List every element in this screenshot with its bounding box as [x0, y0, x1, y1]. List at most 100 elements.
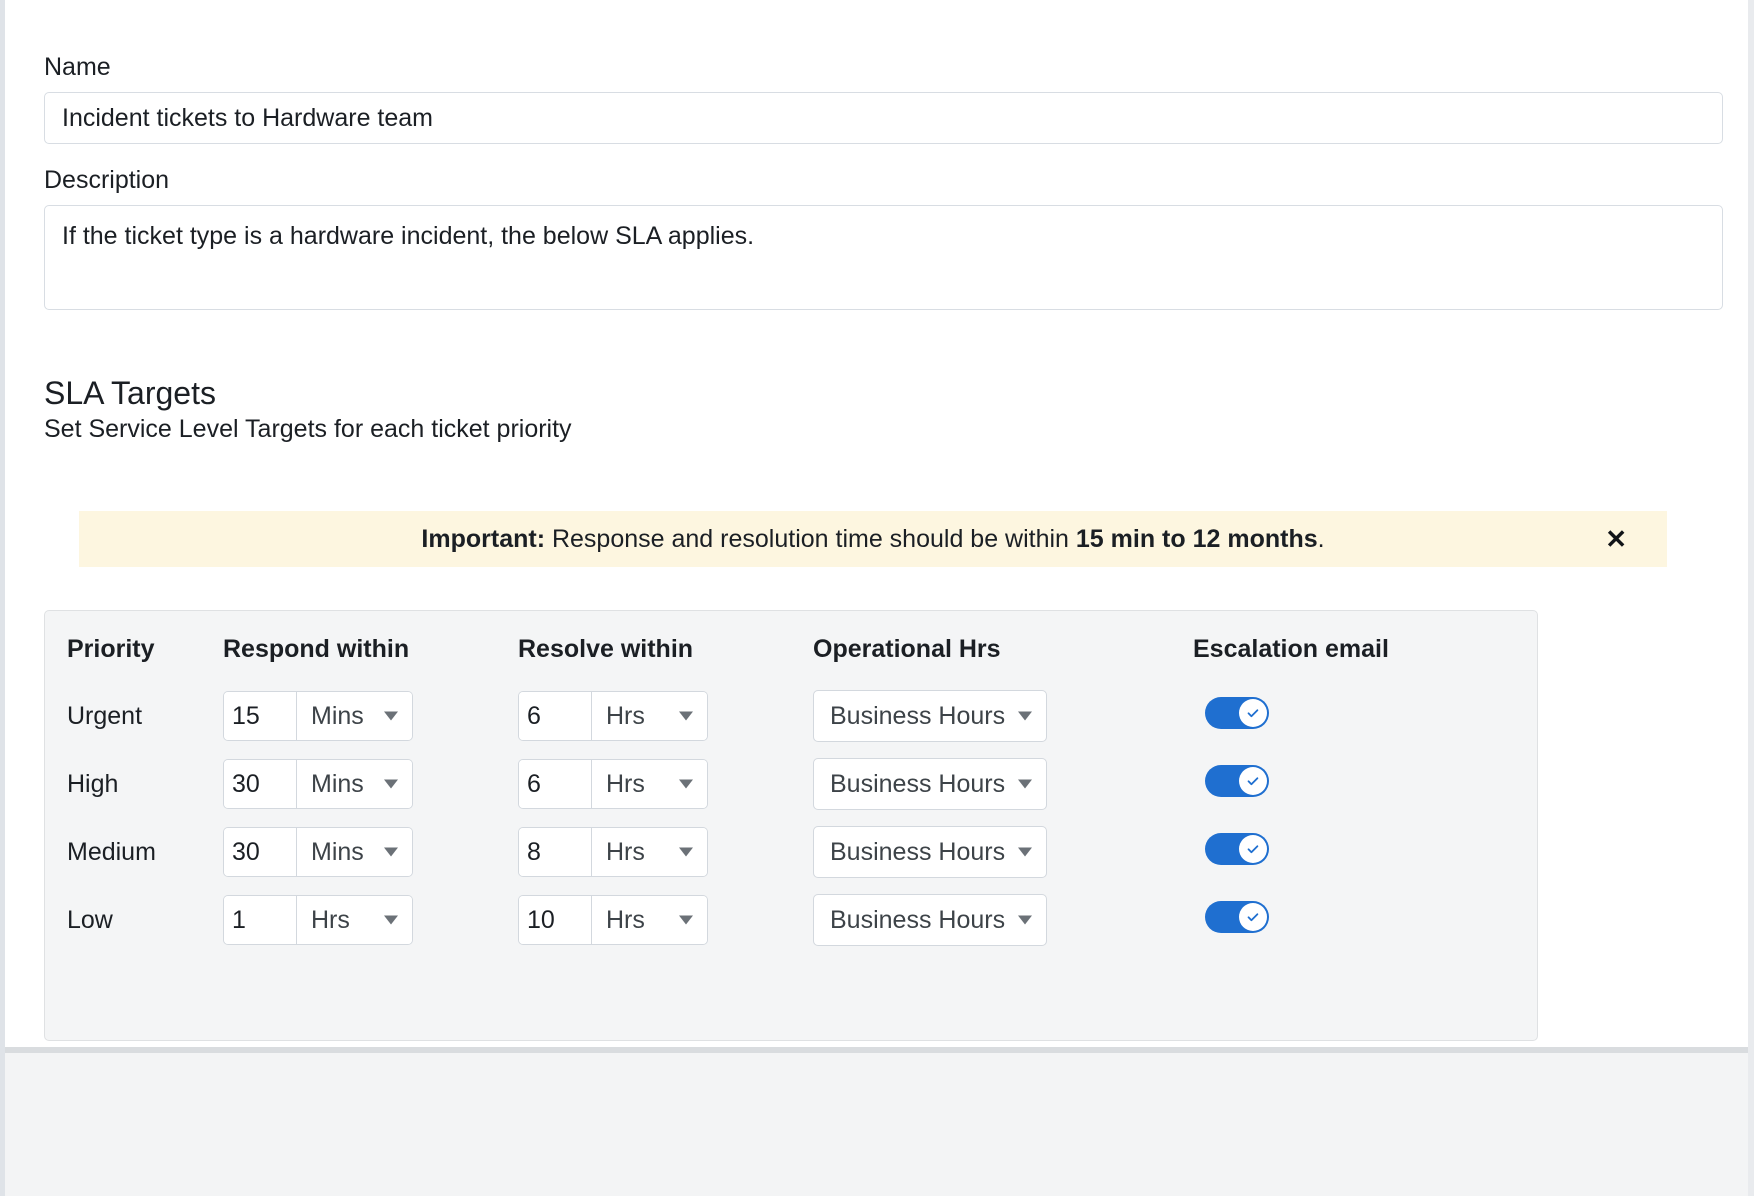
important-banner-mid: Response and resolution time should be w… — [545, 524, 1076, 553]
description-input[interactable]: If the ticket type is a hardware inciden… — [44, 205, 1723, 310]
resolve-value-input[interactable] — [519, 692, 592, 740]
resolve-unit-label: Hrs — [606, 769, 645, 798]
resolve-duration-control: Hrs — [518, 691, 708, 741]
chevron-down-icon — [1018, 711, 1032, 721]
description-field-group: Description If the ticket type is a hard… — [44, 165, 1723, 315]
table-row: High Mins Hrs Business Hours — [45, 750, 1539, 818]
important-banner-end: . — [1317, 524, 1325, 553]
column-header-operational-hrs: Operational Hrs — [813, 635, 1001, 663]
operational-hours-value: Business Hours — [830, 837, 1006, 866]
operational-hours-cell: Business Hours — [813, 750, 1193, 818]
operational-hours-cell: Business Hours — [813, 682, 1193, 750]
toggle-knob — [1239, 834, 1267, 863]
sla-targets-table: Priority Respond within Resolve within O… — [45, 611, 1539, 954]
escalation-email-toggle[interactable] — [1205, 832, 1269, 865]
operational-hours-select[interactable]: Business Hours — [813, 758, 1047, 810]
important-banner-text: Important: Response and resolution time … — [421, 525, 1324, 554]
chevron-down-icon — [679, 779, 693, 789]
sla-targets-title: SLA Targets — [44, 375, 216, 411]
priority-label: Urgent — [67, 701, 143, 730]
sla-targets-card: Priority Respond within Resolve within O… — [44, 610, 1538, 1041]
resolve-value-input[interactable] — [519, 828, 592, 876]
column-header-respond-within: Respond within — [223, 635, 410, 663]
resolve-unit-select[interactable]: Hrs — [592, 828, 707, 876]
priority-label: Medium — [67, 837, 156, 866]
toggle-knob — [1239, 766, 1267, 795]
sla-policy-form-page: Name Description If the ticket type is a… — [0, 0, 1754, 1196]
operational-hours-select[interactable]: Business Hours — [813, 826, 1047, 878]
respond-unit-select[interactable]: Hrs — [297, 896, 412, 944]
escalation-email-cell — [1193, 682, 1539, 750]
escalation-email-toggle[interactable] — [1205, 764, 1269, 797]
resolve-cell: Hrs — [518, 886, 813, 954]
respond-value-input[interactable] — [224, 692, 297, 740]
respond-duration-control: Mins — [223, 759, 413, 809]
resolve-unit-select[interactable]: Hrs — [592, 896, 707, 944]
resolve-unit-label: Hrs — [606, 905, 645, 934]
escalation-email-cell — [1193, 750, 1539, 818]
table-header-row: Priority Respond within Resolve within O… — [45, 611, 1539, 682]
respond-cell: Mins — [223, 682, 518, 750]
operational-hours-value: Business Hours — [830, 769, 1006, 798]
chevron-down-icon — [1018, 847, 1032, 857]
respond-duration-control: Hrs — [223, 895, 413, 945]
chevron-down-icon — [679, 847, 693, 857]
resolve-duration-control: Hrs — [518, 759, 708, 809]
respond-duration-control: Mins — [223, 691, 413, 741]
sla-table-body: Urgent Mins Hrs Business Hours High Mins Hrs Bu… — [45, 682, 1539, 954]
important-banner: Important: Response and resolution time … — [79, 511, 1667, 567]
chevron-down-icon — [384, 711, 398, 721]
respond-cell: Mins — [223, 750, 518, 818]
respond-unit-label: Mins — [311, 769, 364, 798]
respond-unit-select[interactable]: Mins — [297, 828, 412, 876]
respond-unit-label: Mins — [311, 701, 364, 730]
chevron-down-icon — [1018, 915, 1032, 925]
resolve-duration-control: Hrs — [518, 895, 708, 945]
name-label: Name — [44, 53, 111, 81]
escalation-email-toggle[interactable] — [1205, 900, 1269, 933]
chevron-down-icon — [384, 915, 398, 925]
chevron-down-icon — [679, 711, 693, 721]
resolve-unit-label: Hrs — [606, 837, 645, 866]
respond-duration-control: Mins — [223, 827, 413, 877]
important-banner-range: 15 min to 12 months — [1075, 524, 1318, 553]
sla-targets-subtitle: Set Service Level Targets for each ticke… — [44, 415, 572, 443]
toggle-knob — [1239, 902, 1267, 931]
escalation-email-cell — [1193, 818, 1539, 886]
operational-hours-value: Business Hours — [830, 701, 1006, 730]
respond-unit-select[interactable]: Mins — [297, 760, 412, 808]
respond-value-input[interactable] — [224, 828, 297, 876]
footer-area — [5, 1053, 1748, 1196]
escalation-email-toggle[interactable] — [1205, 696, 1269, 729]
respond-value-input[interactable] — [224, 896, 297, 944]
important-banner-prefix: Important: — [421, 524, 546, 553]
name-field-group: Name — [44, 52, 1723, 144]
toggle-knob — [1239, 698, 1267, 727]
escalation-email-cell — [1193, 886, 1539, 954]
table-row: Urgent Mins Hrs Business Hours — [45, 682, 1539, 750]
chevron-down-icon — [1018, 779, 1032, 789]
operational-hours-value: Business Hours — [830, 905, 1006, 934]
window-right-scrollbar[interactable] — [1748, 0, 1754, 1196]
resolve-value-input[interactable] — [519, 896, 592, 944]
operational-hours-cell: Business Hours — [813, 818, 1193, 886]
description-label: Description — [44, 166, 170, 194]
operational-hours-select[interactable]: Business Hours — [813, 894, 1047, 946]
chevron-down-icon — [679, 915, 693, 925]
resolve-unit-select[interactable]: Hrs — [592, 760, 707, 808]
respond-value-input[interactable] — [224, 760, 297, 808]
column-header-priority: Priority — [67, 635, 155, 663]
respond-cell: Hrs — [223, 886, 518, 954]
name-input[interactable] — [44, 92, 1723, 144]
operational-hours-select[interactable]: Business Hours — [813, 690, 1047, 742]
close-icon[interactable]: ✕ — [1601, 524, 1631, 554]
resolve-value-input[interactable] — [519, 760, 592, 808]
respond-unit-label: Hrs — [311, 905, 350, 934]
form-content: Name Description If the ticket type is a… — [5, 0, 1748, 1196]
respond-unit-select[interactable]: Mins — [297, 692, 412, 740]
resolve-cell: Hrs — [518, 682, 813, 750]
chevron-down-icon — [384, 847, 398, 857]
resolve-unit-select[interactable]: Hrs — [592, 692, 707, 740]
respond-cell: Mins — [223, 818, 518, 886]
respond-unit-label: Mins — [311, 837, 364, 866]
